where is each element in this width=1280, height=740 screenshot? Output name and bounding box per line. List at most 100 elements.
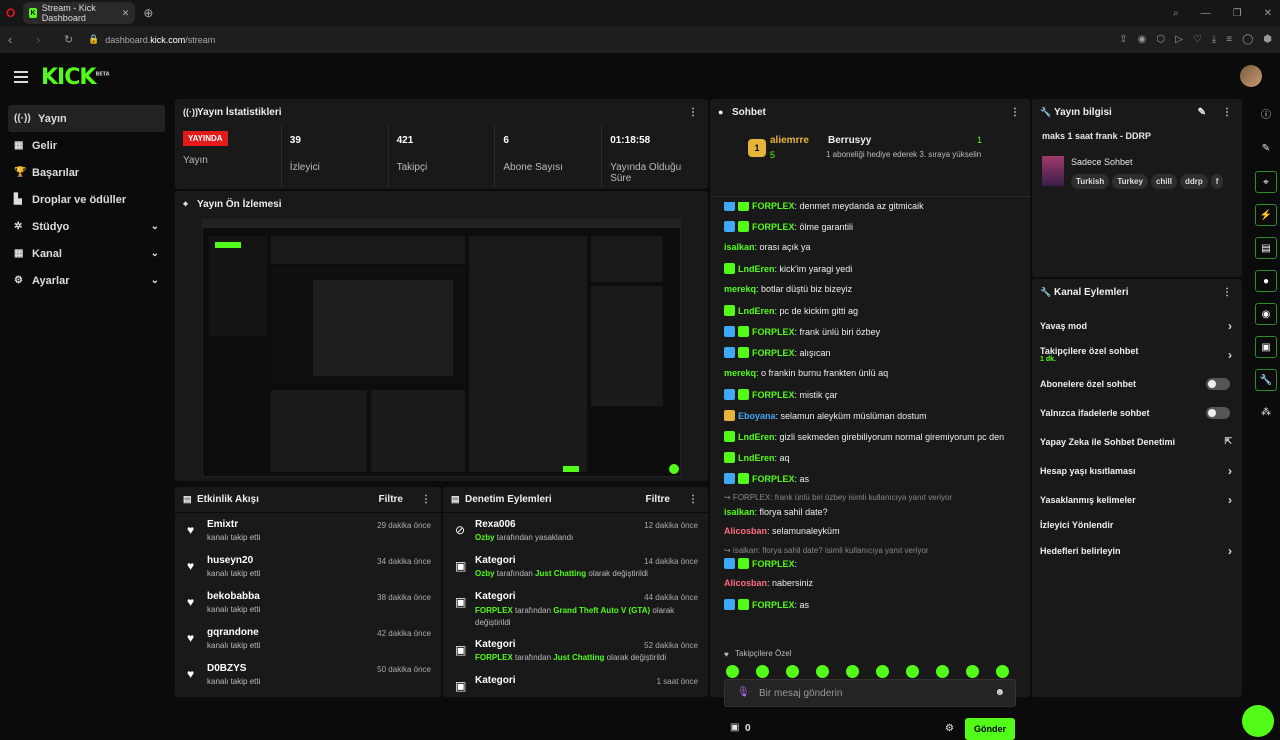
maximize-icon[interactable]: ❐: [1233, 8, 1242, 19]
action-raid[interactable]: İzleyici Yönlendir: [1032, 514, 1242, 536]
emote-icon[interactable]: [846, 665, 859, 678]
broadcast-icon[interactable]: ◉: [1255, 303, 1277, 325]
account-icon[interactable]: ◯: [1242, 34, 1253, 45]
wrench-icon[interactable]: 🔧: [1255, 369, 1277, 391]
tag[interactable]: ddrp: [1179, 174, 1208, 189]
edit-icon[interactable]: ✎: [1255, 138, 1277, 160]
emote-icon[interactable]: [876, 665, 889, 678]
chat-message-input[interactable]: 🎙 Bir mesaj gönderin ☻: [724, 679, 1016, 707]
settings-icon[interactable]: ⚙: [945, 723, 954, 734]
info-icon[interactable]: ⓘ: [1255, 105, 1277, 127]
sidebar-item-droplar[interactable]: ▙ Droplar ve ödüller: [8, 186, 165, 213]
action-ai-moderation[interactable]: Yapay Zeka ile Sohbet Denetimi ⇱: [1032, 427, 1242, 456]
action-goals[interactable]: Hedefleri belirleyin ›: [1032, 536, 1242, 565]
hamburger-menu-icon[interactable]: [14, 71, 28, 86]
chat-username[interactable]: FORPLEX: [752, 222, 795, 232]
chat-username[interactable]: Alicosban: [724, 526, 767, 536]
chat-username[interactable]: FORPLEX: [752, 474, 795, 484]
toggle-switch[interactable]: [1206, 406, 1230, 419]
kick-logo[interactable]: KICKBETA: [41, 65, 110, 90]
emote-icon[interactable]: [996, 665, 1009, 678]
filter-button[interactable]: Filtre: [379, 494, 403, 505]
download-icon[interactable]: ⤓: [1212, 34, 1216, 45]
chat-username[interactable]: FORPLEX: [752, 390, 795, 400]
more-options-icon[interactable]: ⋮: [688, 494, 698, 505]
opera-icon[interactable]: O: [6, 6, 15, 20]
minimize-icon[interactable]: —: [1201, 8, 1211, 19]
emoji-icon[interactable]: ☻: [994, 687, 1005, 698]
emote-icon[interactable]: [906, 665, 919, 678]
chat-username[interactable]: LndEren: [738, 306, 775, 316]
user-avatar[interactable]: [1240, 65, 1262, 87]
search-icon[interactable]: ⌕: [1173, 8, 1179, 19]
edit-icon[interactable]: ✎: [1198, 107, 1206, 118]
chat-icon[interactable]: ●: [1255, 270, 1277, 292]
help-chat-button[interactable]: [1242, 705, 1274, 737]
heart-icon[interactable]: ♡: [1193, 34, 1202, 45]
category-thumbnail[interactable]: [1042, 156, 1064, 186]
chat-username[interactable]: isalkan: [724, 242, 755, 252]
menu-icon[interactable]: ≡: [1226, 34, 1232, 45]
close-tab-icon[interactable]: ✕: [122, 8, 130, 19]
filter-button[interactable]: Filtre: [646, 494, 670, 505]
sidebar-item-gelir[interactable]: ▦ Gelir: [8, 132, 165, 159]
action-account-age[interactable]: Hesap yaşı kısıtlaması ›: [1032, 456, 1242, 485]
sidebar-item-basarilar[interactable]: 🏆 Başarılar: [8, 159, 165, 186]
chat-username[interactable]: Eboyana: [738, 411, 776, 421]
chat-username[interactable]: FORPLEX: [752, 559, 795, 569]
action-banned-words[interactable]: Yasaklanmış kelimeler ›: [1032, 485, 1242, 514]
back-icon[interactable]: ‹: [8, 32, 28, 47]
more-options-icon[interactable]: ⋮: [1222, 287, 1232, 298]
mic-icon[interactable]: 🎙: [737, 687, 750, 698]
new-tab-icon[interactable]: ⊕: [143, 6, 153, 20]
more-options-icon[interactable]: ⋮: [688, 107, 698, 118]
close-window-icon[interactable]: ✕: [1264, 8, 1272, 19]
chat-username[interactable]: FORPLEX: [752, 348, 795, 358]
tag[interactable]: Turkish: [1071, 174, 1110, 189]
chat-username[interactable]: FORPLEX: [752, 327, 795, 337]
sidebar-item-yayin[interactable]: ((·)) Yayın: [8, 105, 165, 132]
gifter-name[interactable]: Berrusyy: [828, 135, 871, 146]
tag[interactable]: Turkey: [1112, 174, 1148, 189]
apps-icon[interactable]: ⁂: [1255, 402, 1277, 424]
action-slow-mode[interactable]: Yavaş mod ›: [1032, 311, 1242, 340]
emote-icon[interactable]: [966, 665, 979, 678]
chat-username[interactable]: FORPLEX: [752, 600, 795, 610]
chat-username[interactable]: LndEren: [738, 264, 775, 274]
vpn-icon[interactable]: ⬢: [1263, 34, 1272, 45]
url-field[interactable]: dashboard.kick.com/stream: [105, 35, 215, 45]
extensions-icon[interactable]: ⬡: [1156, 34, 1165, 45]
moderation-icon[interactable]: ▣: [1255, 336, 1277, 358]
chat-username[interactable]: Alicosban: [724, 578, 767, 588]
send-button[interactable]: Gönder: [965, 718, 1015, 740]
sidebar-item-kanal[interactable]: ▦ Kanal ⌄: [8, 240, 165, 267]
more-options-icon[interactable]: ⋮: [1222, 107, 1232, 118]
sidebar-item-ayarlar[interactable]: ⚙ Ayarlar ⌄: [8, 267, 165, 294]
toggle-switch[interactable]: [1206, 377, 1230, 390]
chat-username[interactable]: LndEren: [738, 432, 775, 442]
more-options-icon[interactable]: ⋮: [421, 494, 431, 505]
category-name[interactable]: Sadece Sohbet: [1071, 157, 1133, 167]
camera-icon[interactable]: ◉: [1138, 34, 1147, 45]
more-options-icon[interactable]: ⋮: [1010, 107, 1020, 118]
chat-username[interactable]: LndEren: [738, 453, 775, 463]
emote-icon[interactable]: [816, 665, 829, 678]
chat-username[interactable]: merekq: [724, 284, 756, 294]
share-icon[interactable]: ⇪: [1119, 34, 1127, 45]
play-icon[interactable]: ▷: [1175, 34, 1183, 45]
emote-icon[interactable]: [936, 665, 949, 678]
emote-icon[interactable]: [726, 665, 739, 678]
action-subscribers-only[interactable]: Abonelere özel sohbet: [1032, 369, 1242, 398]
emote-icon[interactable]: [756, 665, 769, 678]
lightning-icon[interactable]: ⚡: [1255, 204, 1277, 226]
sidebar-item-studyo[interactable]: ✲ Stüdyo ⌄: [8, 213, 165, 240]
emote-icon[interactable]: [786, 665, 799, 678]
action-emote-only[interactable]: Yalnızca ifadelerle sohbet: [1032, 398, 1242, 427]
reload-icon[interactable]: ↻: [64, 33, 84, 46]
browser-tab[interactable]: K Stream - Kick Dashboard ✕: [23, 2, 136, 24]
gift-icon[interactable]: ▣: [730, 722, 739, 733]
document-icon[interactable]: ▤: [1255, 237, 1277, 259]
forward-icon[interactable]: ›: [36, 32, 56, 47]
tag[interactable]: f: [1210, 174, 1224, 189]
chat-username[interactable]: merekq: [724, 368, 756, 378]
